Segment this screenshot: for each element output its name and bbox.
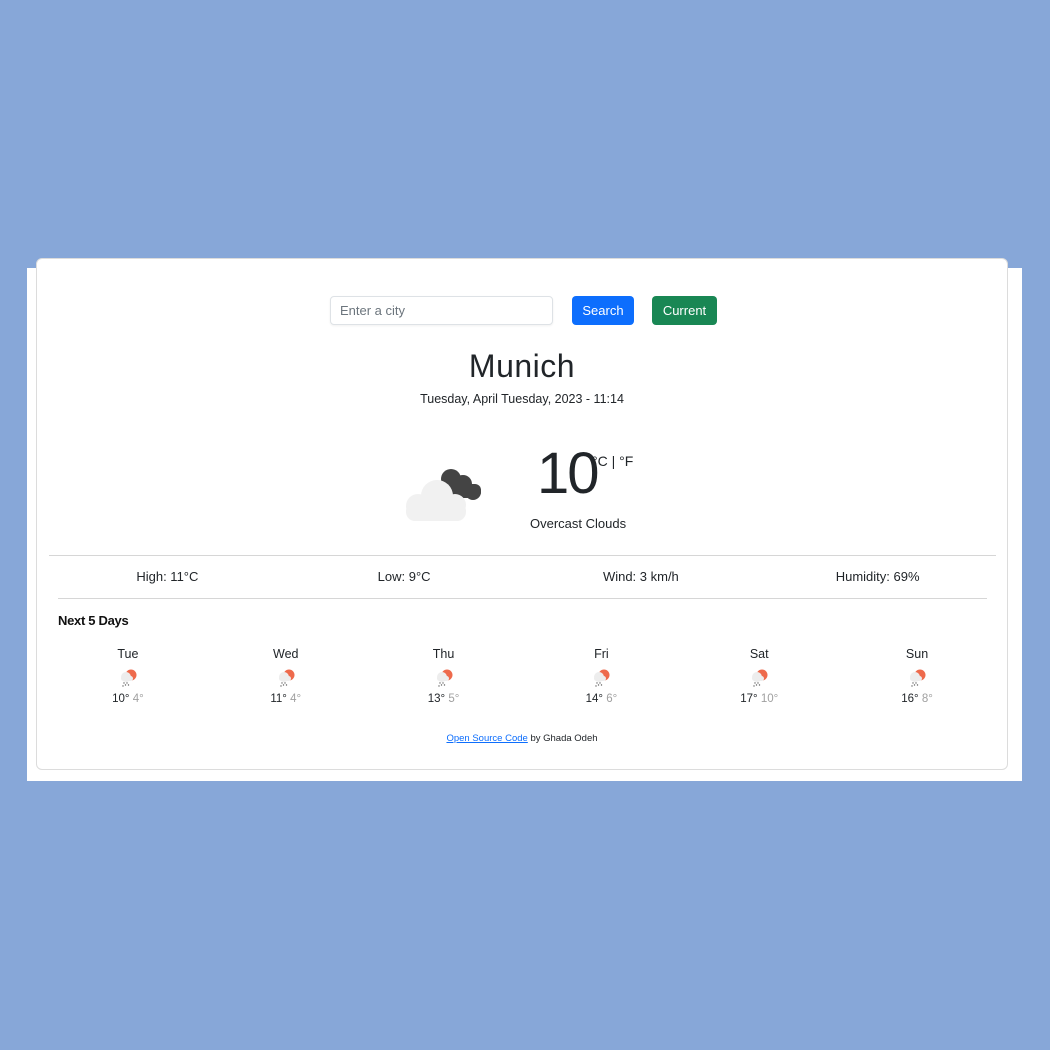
forecast-title: Next 5 Days <box>58 613 129 628</box>
divider <box>49 555 996 556</box>
forecast-day: Thu 13° 5° <box>365 647 523 705</box>
day-name: Wed <box>273 647 299 661</box>
min-temp: 8° <box>921 693 933 705</box>
rain-sun-icon <box>120 669 137 687</box>
footer: Open Source Code by Ghada Odeh <box>37 733 1007 744</box>
weather-card: Search Current Munich Tuesday, April Tue… <box>36 258 1008 770</box>
min-temp: 4° <box>290 693 302 705</box>
forecast-list: Tue 10° 4° Wed 11° 4° Thu 13° 5° Fri 14°… <box>49 647 996 705</box>
max-temp: 11° <box>270 693 287 705</box>
divider <box>58 598 987 599</box>
max-temp: 17° <box>740 693 758 705</box>
min-temp: 4° <box>132 693 144 705</box>
forecast-day: Wed 11° 4° <box>207 647 365 705</box>
max-temp: 14° <box>585 693 603 705</box>
footer-credit: by Ghada Odeh <box>527 733 598 744</box>
min-temp: 5° <box>448 693 460 705</box>
search-form: Search Current <box>37 296 1007 326</box>
max-temp: 10° <box>112 693 130 705</box>
max-temp: 13° <box>427 693 446 705</box>
day-name: Sat <box>749 647 769 661</box>
overcast-clouds-icon <box>406 469 481 521</box>
day-name: Sun <box>905 647 929 661</box>
day-name: Thu <box>432 647 455 661</box>
search-button[interactable]: Search <box>572 296 634 325</box>
current-location-button[interactable]: Current <box>652 296 717 325</box>
day-name: Tue <box>117 647 139 661</box>
unit-toggle: °C | °F <box>592 453 633 469</box>
rain-sun-icon <box>752 669 768 687</box>
forecast-day: Tue 10° 4° <box>49 647 207 705</box>
stat-wind: Wind: 3 km/h <box>602 569 679 584</box>
rain-sun-icon <box>910 669 926 687</box>
stat-humidity: Humidity: 69% <box>835 569 920 584</box>
max-temp: 16° <box>901 693 919 705</box>
day-name: Fri <box>594 647 609 661</box>
rain-sun-icon <box>436 669 453 687</box>
weather-description: Overcast Clouds <box>530 516 627 531</box>
city-name: Munich <box>468 348 576 384</box>
app-container: Search Current Munich Tuesday, April Tue… <box>27 258 1022 781</box>
city-search-input[interactable] <box>330 296 553 325</box>
stat-high: High: 11°C <box>136 569 199 584</box>
fahrenheit-link[interactable]: °F <box>619 453 633 469</box>
unit-separator: | <box>607 453 620 469</box>
min-temp: 10° <box>760 693 779 705</box>
weather-stats: High: 11°C Low: 9°C Wind: 3 km/h Humidit… <box>49 567 996 587</box>
current-date: Tuesday, April Tuesday, 2023 - 11:14 <box>420 392 624 406</box>
stat-low: Low: 9°C <box>377 569 431 584</box>
forecast-day: Sat 17° 10° <box>680 647 838 705</box>
rain-sun-icon <box>594 669 610 687</box>
celsius-link[interactable]: °C <box>592 453 608 469</box>
current-temperature: 10 <box>537 441 599 506</box>
rain-sun-icon <box>278 669 295 687</box>
forecast-day: Sun 16° 8° <box>838 647 996 705</box>
open-source-code-link[interactable]: Open Source Code <box>446 733 527 744</box>
min-temp: 6° <box>606 693 618 705</box>
forecast-day: Fri 14° 6° <box>522 647 680 705</box>
